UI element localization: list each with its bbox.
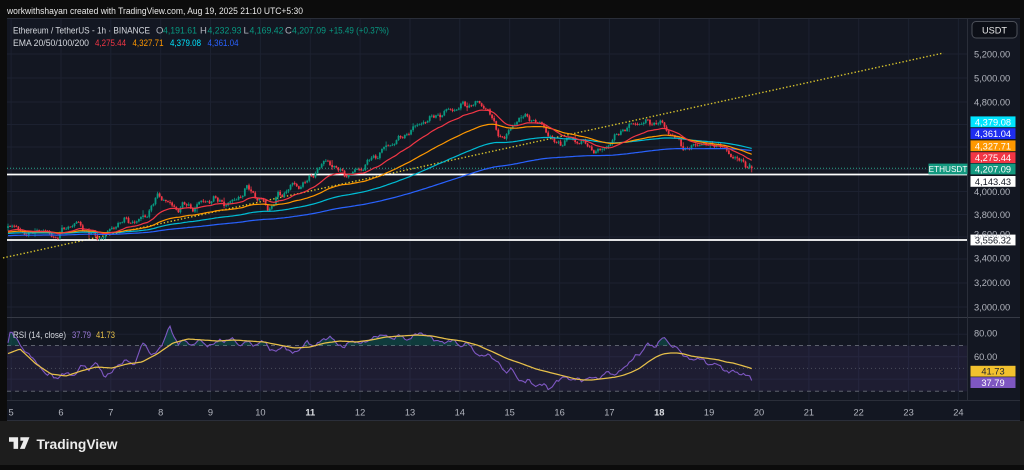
- svg-text:5,000.00: 5,000.00: [974, 74, 1010, 84]
- svg-text:16: 16: [554, 408, 564, 418]
- svg-text:4,191.61: 4,191.61: [163, 26, 197, 37]
- svg-text:4,207.09: 4,207.09: [975, 165, 1011, 175]
- svg-text:4,379.08: 4,379.08: [975, 117, 1011, 127]
- svg-text:4,207.09: 4,207.09: [292, 26, 326, 37]
- svg-text:22: 22: [854, 408, 864, 418]
- svg-text:4,275.44: 4,275.44: [95, 38, 126, 49]
- svg-text:RSI (14, close): RSI (14, close): [13, 330, 66, 341]
- svg-text:37.79: 37.79: [981, 378, 1004, 388]
- svg-text:4,143.43: 4,143.43: [975, 177, 1011, 187]
- svg-text:3,600.00: 3,600.00: [974, 230, 1010, 240]
- svg-text:4,000.00: 4,000.00: [974, 187, 1010, 197]
- svg-text:4,379.08: 4,379.08: [170, 38, 201, 49]
- svg-text:13: 13: [405, 408, 415, 418]
- svg-text:24: 24: [953, 408, 963, 418]
- svg-text:6: 6: [58, 408, 63, 418]
- svg-text:9: 9: [208, 408, 213, 418]
- svg-text:37.79: 37.79: [72, 330, 91, 341]
- svg-text:3,800.00: 3,800.00: [974, 210, 1010, 220]
- svg-text:41.73: 41.73: [981, 367, 1004, 377]
- svg-text:41.73: 41.73: [96, 330, 115, 341]
- svg-text:4,361.04: 4,361.04: [208, 38, 239, 49]
- svg-text:19: 19: [704, 408, 714, 418]
- svg-text:ETHUSDT: ETHUSDT: [929, 165, 968, 174]
- svg-text:C: C: [285, 26, 292, 37]
- svg-text:4,275.44: 4,275.44: [975, 153, 1011, 163]
- svg-text:H: H: [200, 26, 207, 37]
- svg-text:4,169.42: 4,169.42: [250, 26, 284, 37]
- svg-text:5,200.00: 5,200.00: [974, 50, 1010, 60]
- svg-text:21: 21: [804, 408, 814, 418]
- svg-text:18: 18: [654, 408, 664, 418]
- svg-text:17: 17: [604, 408, 614, 418]
- svg-text:EMA 20/50/100/200: EMA 20/50/100/200: [13, 38, 89, 49]
- svg-text:10: 10: [255, 408, 265, 418]
- svg-text:4,327.71: 4,327.71: [133, 38, 164, 49]
- svg-text:11: 11: [305, 408, 315, 418]
- svg-text:Ethereum / TetherUS - 1h · BIN: Ethereum / TetherUS - 1h · BINANCE: [13, 26, 150, 37]
- svg-text:4,361.04: 4,361.04: [975, 129, 1011, 139]
- svg-text:L: L: [244, 26, 249, 37]
- svg-text:3,400.00: 3,400.00: [974, 254, 1010, 264]
- svg-text:3,200.00: 3,200.00: [974, 278, 1010, 288]
- svg-text:80.00: 80.00: [974, 329, 997, 339]
- svg-text:15: 15: [505, 408, 515, 418]
- svg-text:TradingView: TradingView: [37, 437, 118, 452]
- svg-text:5: 5: [9, 408, 14, 418]
- svg-text:4,232.93: 4,232.93: [208, 26, 242, 37]
- svg-text:14: 14: [455, 408, 465, 418]
- svg-text:+15.49 (+0.37%): +15.49 (+0.37%): [329, 26, 389, 37]
- svg-text:USDT: USDT: [982, 26, 1007, 36]
- svg-text:workwithshayan created with Tr: workwithshayan created with TradingView.…: [6, 6, 303, 16]
- svg-text:3,000.00: 3,000.00: [974, 303, 1010, 313]
- svg-text:12: 12: [355, 408, 365, 418]
- svg-text:4,327.71: 4,327.71: [975, 141, 1011, 151]
- svg-text:23: 23: [903, 408, 913, 418]
- svg-text:60.00: 60.00: [974, 352, 997, 362]
- svg-text:8: 8: [158, 408, 163, 418]
- svg-text:20: 20: [754, 408, 764, 418]
- svg-text:7: 7: [108, 408, 113, 418]
- svg-text:4,800.00: 4,800.00: [974, 98, 1010, 108]
